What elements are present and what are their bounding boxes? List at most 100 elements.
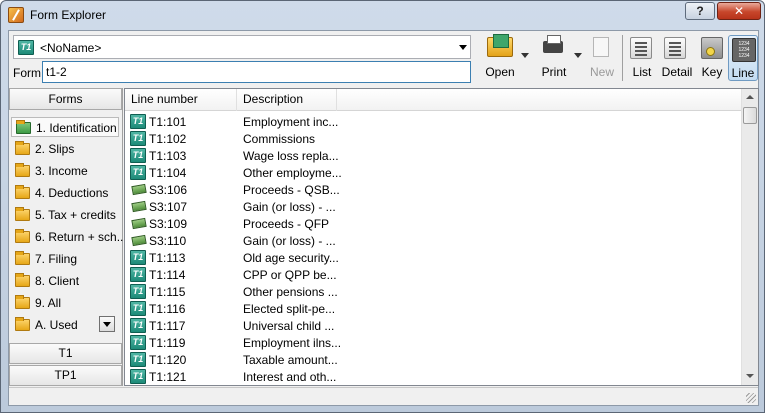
line-number-cell: T1:116	[149, 302, 186, 316]
new-button[interactable]: New	[587, 35, 617, 81]
description-cell: Universal child ...	[243, 319, 335, 333]
category-item[interactable]: 5. Tax + credits	[11, 205, 119, 225]
forms-header[interactable]: Forms	[9, 88, 122, 110]
title-bar[interactable]: Form Explorer ? ✕	[1, 1, 764, 29]
t1-form-icon: T1	[130, 318, 146, 333]
category-item[interactable]: 8. Client	[11, 271, 119, 291]
line-number-cell: T1:115	[149, 285, 186, 299]
line-number-cell: T1:117	[149, 319, 186, 333]
category-item[interactable]: 9. All	[11, 293, 119, 313]
table-row[interactable]: T1 T1:102 Commissions	[125, 130, 741, 147]
t1-form-icon: T1	[130, 131, 146, 146]
detail-view-button[interactable]: Detail	[660, 35, 694, 81]
money-icon	[131, 234, 147, 247]
t1-form-icon: T1	[130, 114, 146, 129]
description-cell: Wage loss repla...	[243, 149, 339, 163]
table-row[interactable]: T1 T1:101 Employment inc...	[125, 113, 741, 130]
line-number-cell: S3:107	[149, 200, 188, 214]
scroll-thumb[interactable]	[743, 107, 757, 124]
table-row[interactable]: T1 T1:117 Universal child ...	[125, 317, 741, 334]
category-label: 9. All	[35, 296, 62, 310]
table-row[interactable]: T1 T1:104 Other employme...	[125, 164, 741, 181]
description-cell: Gain (or loss) - ...	[243, 234, 336, 248]
table-row[interactable]: S3:110 Gain (or loss) - ...	[125, 232, 741, 249]
t1-form-icon: T1	[130, 369, 146, 384]
category-item[interactable]: 3. Income	[11, 161, 119, 181]
money-icon	[131, 217, 147, 230]
chevron-down-icon[interactable]	[459, 45, 467, 50]
table-row[interactable]: T1 T1:121 Interest and oth...	[125, 368, 741, 385]
help-button[interactable]: ?	[685, 2, 715, 20]
category-label: 8. Client	[35, 274, 80, 288]
table-row[interactable]: T1 T1:114 CPP or QPP be...	[125, 266, 741, 283]
folder-icon	[16, 120, 31, 134]
key-view-button[interactable]: Key	[697, 35, 727, 81]
table-row[interactable]: S3:106 Proceeds - QSB...	[125, 181, 741, 198]
t1-form-icon: T1	[130, 335, 146, 350]
forms-category-panel: Forms 1. Identification 2. Slips 3. Inco…	[9, 88, 127, 386]
form-search-input[interactable]	[42, 61, 471, 83]
money-icon	[131, 183, 147, 196]
table-row[interactable]: S3:107 Gain (or loss) - ...	[125, 198, 741, 215]
line-numbers-icon: 1234 1234 1234	[732, 38, 756, 62]
table-row[interactable]: T1 T1:103 Wage loss repla...	[125, 147, 741, 164]
category-label: 2. Slips	[35, 142, 75, 156]
t1-form-icon: T1	[130, 352, 146, 367]
table-row[interactable]: S3:109 Proceeds - QFP	[125, 215, 741, 232]
form-label: Form:	[13, 66, 45, 80]
list-label: List	[632, 65, 652, 79]
folder-icon	[15, 251, 30, 265]
table-row[interactable]: T1 T1:115 Other pensions ...	[125, 283, 741, 300]
t1-form-icon: T1	[18, 40, 34, 55]
new-label: New	[589, 65, 614, 79]
column-header-line-number[interactable]: Line number	[125, 89, 237, 111]
category-item[interactable]: 2. Slips	[11, 139, 119, 159]
toolbar-divider	[622, 35, 623, 81]
category-item[interactable]: 7. Filing	[11, 249, 119, 269]
column-header-description[interactable]: Description	[237, 89, 337, 111]
app-icon	[8, 7, 24, 23]
category-label: A. Used	[35, 318, 78, 332]
folder-icon	[15, 295, 30, 309]
client-area: T1 <NoName> Form: Open Print New List De…	[8, 30, 759, 406]
folder-icon	[15, 229, 30, 243]
table-row[interactable]: T1 T1:113 Old age security...	[125, 249, 741, 266]
folder-icon	[15, 185, 30, 199]
category-label: 3. Income	[35, 164, 88, 178]
t1-form-icon: T1	[130, 250, 146, 265]
list-view-button[interactable]: List	[626, 35, 658, 81]
category-item[interactable]: 1. Identification	[11, 117, 119, 137]
table-row[interactable]: T1 T1:119 Employment ilns...	[125, 334, 741, 351]
category-item[interactable]: 6. Return + sch...	[11, 227, 127, 247]
category-item[interactable]: 4. Deductions	[11, 183, 119, 203]
description-cell: Other employme...	[243, 166, 342, 180]
used-dropdown-button[interactable]	[99, 316, 115, 332]
scroll-down-icon[interactable]	[742, 368, 758, 385]
print-dropdown-icon[interactable]	[574, 53, 582, 58]
open-button[interactable]: Open	[483, 34, 517, 81]
new-document-icon	[593, 37, 609, 57]
folder-icon	[15, 163, 30, 177]
category-item[interactable]: A. Used	[11, 315, 119, 335]
vertical-scrollbar[interactable]	[741, 89, 758, 385]
description-cell: Proceeds - QFP	[243, 217, 330, 231]
description-cell: Employment inc...	[243, 115, 339, 129]
category-label: 7. Filing	[35, 252, 78, 266]
detail-label: Detail	[661, 65, 693, 79]
category-label: 5. Tax + credits	[35, 208, 116, 222]
open-dropdown-icon[interactable]	[521, 53, 529, 58]
print-button[interactable]: Print	[537, 35, 571, 81]
description-cell: Old age security...	[243, 251, 339, 265]
scroll-up-icon[interactable]	[742, 89, 758, 106]
return-name-combo[interactable]: T1 <NoName>	[13, 35, 471, 59]
detail-view-icon	[664, 37, 686, 59]
tab-tp1[interactable]: TP1	[9, 365, 122, 386]
close-button[interactable]: ✕	[717, 2, 761, 20]
line-view-button[interactable]: 1234 1234 1234 Line	[728, 35, 758, 81]
line-number-cell: S3:109	[149, 217, 188, 231]
tab-t1[interactable]: T1	[9, 343, 122, 364]
status-bar	[9, 387, 758, 405]
table-row[interactable]: T1 T1:120 Taxable amount...	[125, 351, 741, 368]
table-row[interactable]: T1 T1:116 Elected split-pe...	[125, 300, 741, 317]
resize-grip-icon[interactable]	[746, 393, 756, 403]
